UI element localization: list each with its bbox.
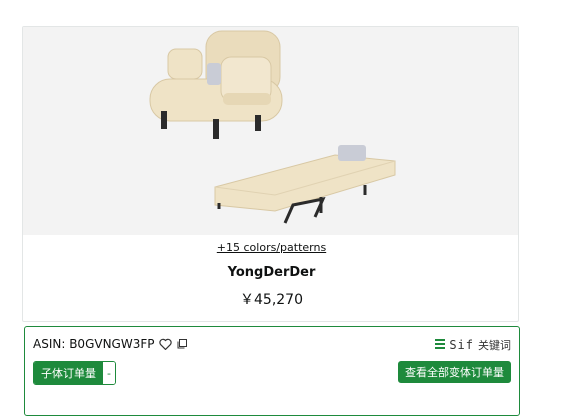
sif-keyword-button[interactable]: Sif 关键词 [435, 337, 511, 353]
product-price: ￥45,270 [240, 292, 303, 308]
view-all-variants-button[interactable]: 查看全部变体订单量 [398, 361, 511, 383]
chair-form-image [149, 30, 283, 139]
brand-name: YongDerDer [227, 265, 316, 280]
bed-form-image [214, 145, 396, 224]
list-icon [435, 338, 446, 352]
heart-icon[interactable] [158, 338, 172, 350]
product-card[interactable]: +15 colors/patterns YongDerDer ￥45,270 [22, 26, 519, 322]
sofa-bed-illustration [149, 30, 396, 224]
colors-patterns-link[interactable]: +15 colors/patterns [23, 241, 520, 254]
sub-order-button[interactable]: 子体订单量 - [33, 361, 116, 385]
sub-order-value: - [103, 362, 115, 384]
product-image[interactable] [23, 27, 518, 235]
seller-extension-panel: ASIN: B0GVNGW3FP Sif 关键词 子体订单量 - 查看全部变体订… [24, 326, 520, 416]
sub-order-label[interactable]: 子体订单量 [34, 362, 103, 384]
sif-label: Sif [449, 338, 474, 352]
keyword-label: 关键词 [478, 339, 511, 352]
copy-icon[interactable] [176, 338, 188, 350]
asin-label[interactable]: ASIN: B0GVNGW3FP [33, 337, 155, 351]
asin-row: ASIN: B0GVNGW3FP [33, 337, 188, 351]
